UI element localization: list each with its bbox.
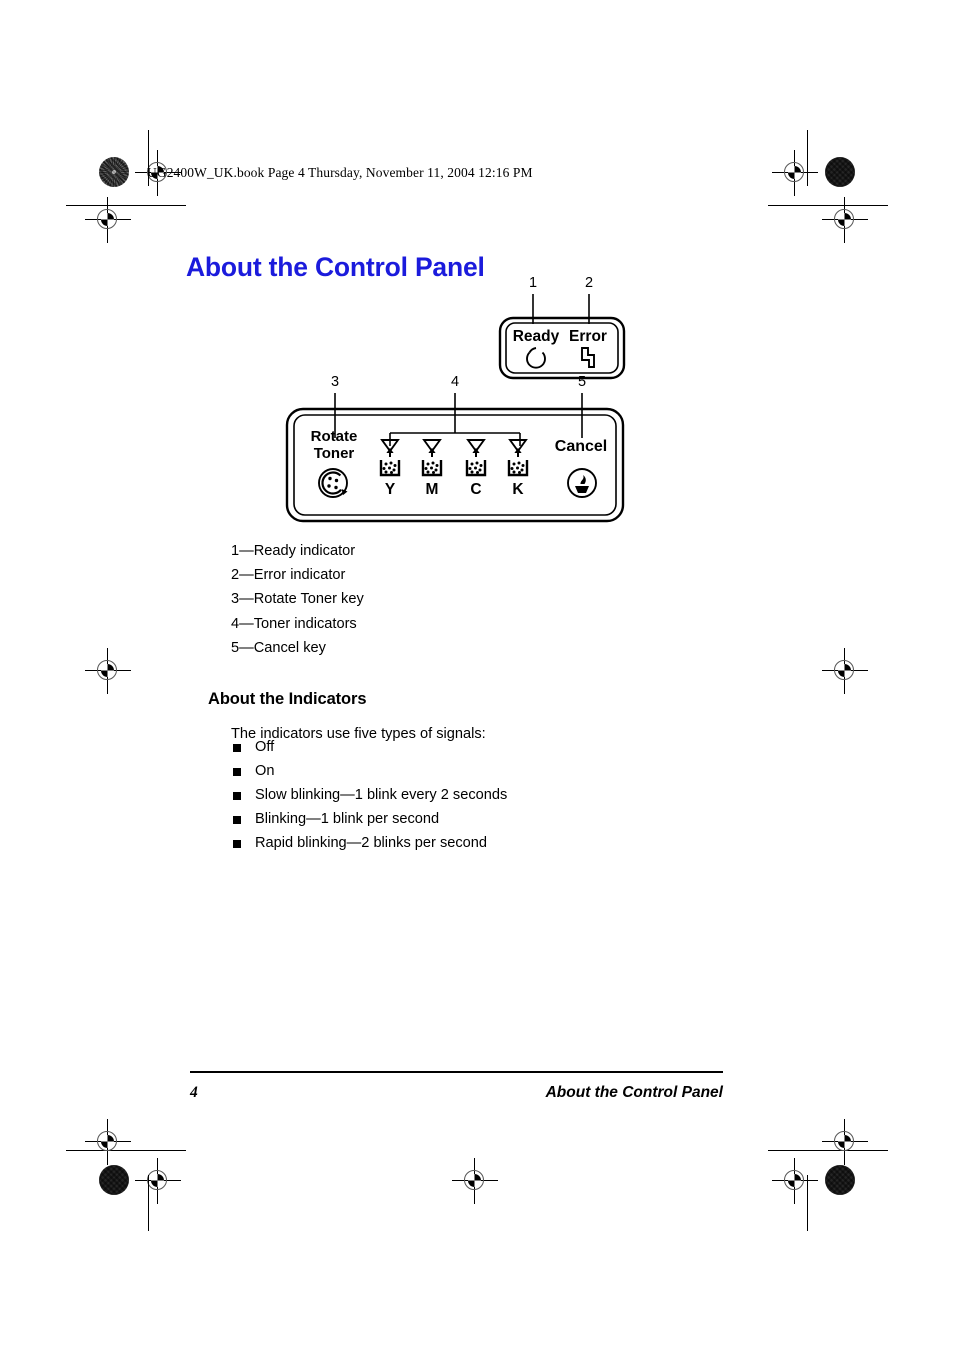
list-item-label: Slow blinking—1 blink every 2 seconds — [255, 787, 508, 804]
indicator-signal-list: Off On Slow blinking—1 blink every 2 sec… — [233, 735, 507, 855]
halftone-registration-dot-bottom-left — [99, 1165, 129, 1195]
square-bullet-icon — [233, 840, 241, 849]
square-bullet-icon — [233, 792, 241, 801]
error-label: Error — [569, 328, 607, 345]
legend-item-5: 5—Cancel key — [231, 639, 326, 656]
status-panel-graphic: Ready Error — [498, 316, 626, 380]
square-bullet-icon — [233, 768, 241, 777]
toner-label-y: Y — [385, 481, 396, 498]
toner-label-k: K — [512, 481, 524, 498]
registration-mark-bottom-right-outer — [822, 1119, 868, 1165]
callout-number-4: 4 — [451, 374, 459, 390]
control-panel-figure: .ln { stroke:#000; stroke-width:1.6; fil… — [0, 260, 954, 530]
toner-indicators-bracket — [389, 432, 521, 446]
cancel-label: Cancel — [555, 438, 607, 455]
callout-number-1: 1 — [529, 275, 537, 291]
square-bullet-icon — [233, 816, 241, 825]
trim-line-bottom-left-vertical — [148, 1175, 150, 1231]
toner-label-m: M — [426, 481, 439, 498]
toner-indicator-m: M — [421, 439, 443, 498]
list-item: Slow blinking—1 blink every 2 seconds — [233, 783, 507, 807]
toner-label-c: C — [470, 481, 481, 498]
list-item-label: On — [255, 763, 275, 780]
halftone-registration-dot-top-left — [99, 157, 129, 187]
list-item: On — [233, 759, 507, 783]
figure-legend-list: 1—Ready indicator 2—Error indicator 3—Ro… — [231, 539, 364, 660]
callout-number-5: 5 — [578, 374, 586, 390]
callout-number-2: 2 — [585, 275, 593, 291]
list-item: Rapid blinking—2 blinks per second — [233, 831, 507, 855]
trim-line-top-right-vertical — [807, 130, 809, 186]
footer-running-title: About the Control Panel — [545, 1084, 723, 1101]
rotate-toner-key-icon — [318, 468, 348, 498]
list-item: Blinking—1 blink per second — [233, 807, 507, 831]
list-item-label: Off — [255, 739, 275, 755]
registration-mark-top-right-inner — [772, 150, 818, 196]
legend-item-4: 4—Toner indicators — [231, 615, 357, 632]
toner-indicator-y: Y — [379, 439, 401, 498]
list-item-label: Rapid blinking—2 blinks per second — [255, 835, 488, 852]
registration-mark-bottom-right-inner — [772, 1158, 818, 1204]
list-item: Off — [233, 735, 507, 759]
registration-mark-middle-right — [822, 648, 868, 694]
book-slug-line: UG2400W_UK.book Page 4 Thursday, Novembe… — [147, 165, 533, 180]
registration-mark-top-right-outer — [822, 197, 868, 243]
halftone-registration-dot-bottom-right — [825, 1165, 855, 1195]
square-bullet-icon — [233, 744, 241, 752]
footer-page-number: 4 — [190, 1084, 198, 1101]
registration-mark-middle-left — [85, 648, 131, 694]
section-heading-about-the-indicators: About the Indicators — [208, 689, 367, 708]
rotate-toner-label-line1: Rotate — [311, 428, 358, 445]
callout-number-3: 3 — [331, 374, 339, 390]
registration-mark-top-left-outer — [85, 197, 131, 243]
legend-item-1: 1—Ready indicator — [231, 543, 356, 559]
error-indicator-icon — [581, 347, 595, 368]
registration-mark-bottom-left-inner — [135, 1158, 181, 1204]
ready-label: Ready — [513, 328, 560, 345]
halftone-registration-dot-top-right — [825, 157, 855, 187]
toner-indicator-c: C — [465, 439, 487, 498]
cancel-key-icon — [567, 468, 597, 498]
footer-divider — [190, 1071, 723, 1073]
trim-line-bottom-right-vertical — [807, 1175, 809, 1231]
legend-item-2: 2—Error indicator — [231, 567, 346, 584]
registration-mark-bottom-center — [452, 1158, 498, 1204]
legend-item-3: 3—Rotate Toner key — [231, 591, 364, 608]
list-item-label: Blinking—1 blink per second — [255, 811, 440, 828]
registration-mark-bottom-left-outer — [85, 1119, 131, 1165]
ready-indicator-icon — [526, 347, 546, 369]
toner-indicator-k: K — [507, 439, 529, 498]
rotate-toner-label-line2: Toner — [314, 445, 355, 462]
